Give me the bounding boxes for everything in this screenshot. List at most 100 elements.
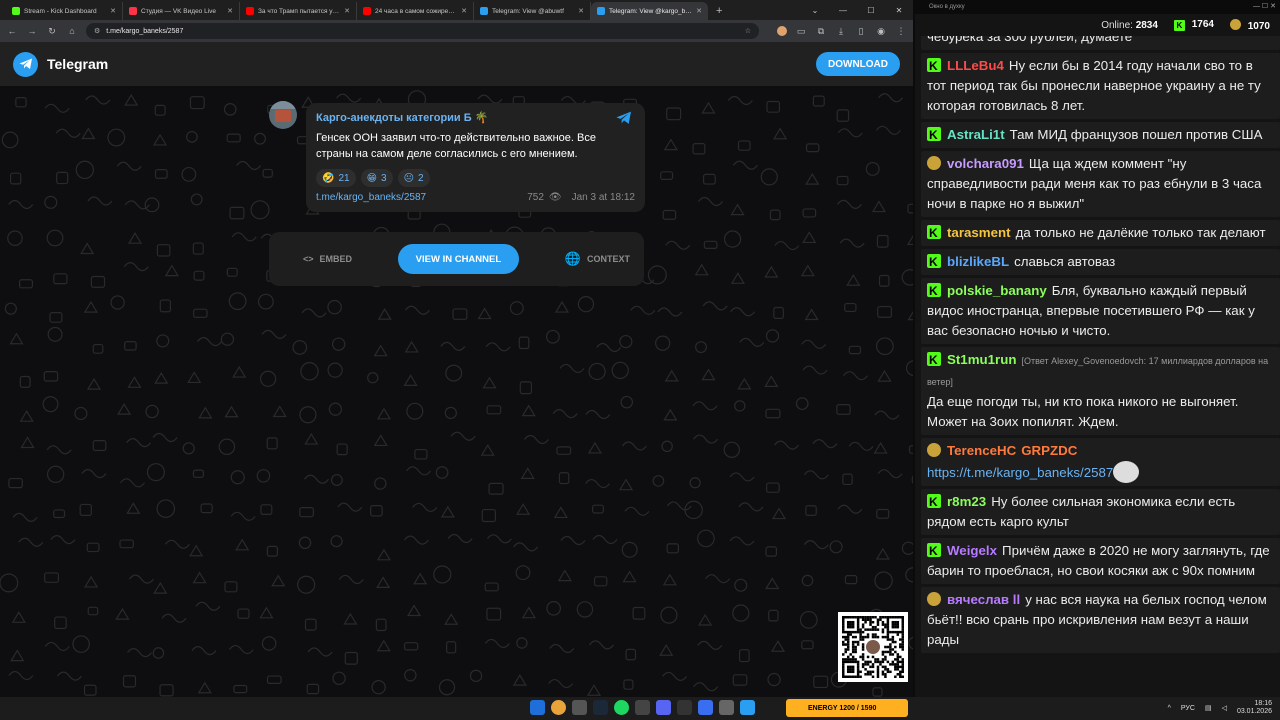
volume-icon[interactable]: ◁ bbox=[1222, 704, 1227, 712]
qr-module bbox=[899, 673, 902, 676]
network-icon[interactable]: ▤ bbox=[1205, 704, 1212, 712]
qr-module bbox=[864, 668, 867, 671]
chat-username[interactable]: St1mu1run bbox=[947, 352, 1016, 367]
doodle-shape bbox=[765, 577, 780, 590]
doodle-shape bbox=[469, 669, 483, 683]
player-icon[interactable] bbox=[698, 700, 713, 715]
telegram-share-icon[interactable] bbox=[615, 111, 633, 130]
cast-icon[interactable]: ▭ bbox=[795, 26, 807, 37]
qr-module bbox=[854, 635, 857, 639]
minimize-button[interactable]: — bbox=[829, 2, 857, 20]
chat-username[interactable]: вячеслав ll bbox=[947, 592, 1020, 607]
app-icon[interactable] bbox=[635, 700, 650, 715]
doodle-shape bbox=[593, 576, 608, 587]
steam-icon[interactable] bbox=[593, 700, 608, 715]
view-in-channel-button[interactable]: VIEW IN CHANNEL bbox=[397, 244, 520, 274]
chat-username[interactable]: TerenceHC bbox=[947, 443, 1016, 458]
qr-module bbox=[849, 660, 852, 664]
doodle-shape bbox=[703, 240, 718, 249]
chat-username[interactable]: volchara091 bbox=[947, 156, 1024, 171]
doodle-shape bbox=[307, 647, 333, 657]
forward-icon[interactable]: → bbox=[26, 26, 38, 36]
doodle-shape bbox=[516, 637, 528, 649]
doodle-shape bbox=[801, 640, 814, 650]
reaction-chip[interactable]: 😐 2 bbox=[397, 169, 430, 187]
split-icon[interactable]: ▯ bbox=[855, 26, 867, 37]
folder-icon[interactable] bbox=[719, 700, 734, 715]
doodle-shape bbox=[376, 548, 392, 561]
chat-link[interactable]: https://t.me/kargo_baneks/2587 bbox=[927, 465, 1113, 480]
qr-module bbox=[886, 645, 890, 649]
browser-tab[interactable]: Stream - Kick Dashboard ✕ bbox=[6, 2, 123, 20]
qr-module bbox=[879, 660, 882, 664]
maximize-button[interactable]: ☐ bbox=[857, 2, 885, 20]
new-tab-button[interactable]: + bbox=[708, 2, 730, 20]
close-window-button[interactable]: ✕ bbox=[885, 2, 913, 20]
tab-close-icon[interactable]: ✕ bbox=[344, 7, 350, 15]
telegram-brand[interactable]: Telegram bbox=[47, 56, 108, 72]
post-link[interactable]: t.me/kargo_baneks/2587 bbox=[316, 192, 426, 203]
browser-tab[interactable]: Telegram: View @kargo_baneks✕ bbox=[591, 2, 708, 20]
chat-username[interactable]: polskie_banany bbox=[947, 283, 1047, 298]
browser-tab[interactable]: Telegram: View @abuwtf ✕ bbox=[474, 2, 591, 20]
chrome-icon[interactable] bbox=[551, 700, 566, 715]
reaction-chip[interactable]: 🤣 21 bbox=[316, 169, 356, 187]
browser-tab[interactable]: За что Трамп пытается убить ✕ bbox=[240, 2, 357, 20]
extension-icon[interactable] bbox=[777, 26, 787, 36]
tab-close-icon[interactable]: ✕ bbox=[696, 7, 702, 15]
telegram-taskbar-icon[interactable] bbox=[740, 700, 755, 715]
settings-icon[interactable] bbox=[572, 700, 587, 715]
language-indicator[interactable]: РУС bbox=[1181, 705, 1195, 712]
download-button[interactable]: DOWNLOAD bbox=[816, 52, 900, 76]
home-icon[interactable]: ⌂ bbox=[66, 26, 78, 36]
download-icon[interactable]: ⤓ bbox=[835, 26, 847, 37]
channel-name[interactable]: Карго-анекдоты категории Б 🌴 bbox=[316, 111, 635, 124]
browser-tab[interactable]: Студия — VK Видео Live ✕ bbox=[123, 2, 240, 20]
chat-username[interactable]: blizlikeBL bbox=[947, 254, 1009, 269]
clock[interactable]: 18:16 03.01.2026 bbox=[1237, 700, 1272, 716]
chevron-up-icon[interactable]: ^ bbox=[1168, 705, 1171, 712]
chat-message: r8m23Ну более сильная экономика если ест… bbox=[921, 489, 1280, 535]
browser-tab[interactable]: 24 часа в самом сожиревшем ✕ bbox=[357, 2, 474, 20]
system-tray: ^ РУС ▤ ◁ 18:16 03.01.2026 bbox=[1168, 700, 1272, 716]
chat-username[interactable]: Weigelx bbox=[947, 543, 997, 558]
reload-icon[interactable]: ↻ bbox=[46, 26, 58, 37]
doodle-shape bbox=[829, 540, 843, 554]
chat-username[interactable]: r8m23 bbox=[947, 494, 986, 509]
tab-close-icon[interactable]: ✕ bbox=[578, 7, 584, 15]
qr-module bbox=[884, 623, 887, 626]
channel-avatar[interactable] bbox=[269, 101, 297, 129]
tab-close-icon[interactable]: ✕ bbox=[227, 7, 233, 15]
context-button[interactable]: 🌐 CONTEXT bbox=[565, 251, 630, 267]
doodle-shape bbox=[844, 302, 857, 313]
obs-icon[interactable] bbox=[677, 700, 692, 715]
chevron-down-icon[interactable]: ⌄ bbox=[801, 2, 829, 20]
qr-module bbox=[876, 620, 880, 624]
doodle-shape bbox=[403, 535, 429, 545]
address-bar[interactable]: ⚙ t.me/kargo_baneks/2587 ☆ bbox=[86, 23, 759, 39]
tab-close-icon[interactable]: ✕ bbox=[461, 7, 467, 15]
chat-username[interactable]: tarasment bbox=[947, 225, 1011, 240]
qr-module bbox=[901, 648, 905, 651]
site-info-icon[interactable]: ⚙ bbox=[94, 27, 100, 35]
reaction-chip[interactable]: 😁 3 bbox=[360, 169, 393, 187]
tab-close-icon[interactable]: ✕ bbox=[110, 7, 116, 15]
back-icon[interactable]: ← bbox=[6, 26, 18, 36]
profile-icon[interactable]: ◉ bbox=[875, 26, 887, 37]
embed-button[interactable]: <> EMBED bbox=[303, 254, 352, 264]
chat-message: polskie_bananyБля, буквально каждый перв… bbox=[921, 278, 1280, 344]
spotify-icon[interactable] bbox=[614, 700, 629, 715]
discord-icon[interactable] bbox=[656, 700, 671, 715]
chat-username[interactable]: LLLeBu4 bbox=[947, 58, 1004, 73]
menu-icon[interactable]: ⋮ bbox=[895, 26, 907, 37]
chat-username[interactable]: AstraLi1t bbox=[947, 127, 1005, 142]
doodle-shape bbox=[769, 209, 781, 221]
qr-module bbox=[896, 633, 900, 636]
telegram-logo-icon[interactable] bbox=[13, 51, 38, 77]
start-icon[interactable] bbox=[530, 700, 545, 715]
puzzle-icon[interactable]: ⧉ bbox=[815, 26, 827, 37]
qr-module bbox=[846, 665, 850, 669]
doodle-shape bbox=[723, 441, 740, 459]
star-icon[interactable]: ☆ bbox=[745, 27, 751, 35]
chat-window-controls[interactable]: — ☐ ✕ bbox=[1253, 0, 1276, 14]
